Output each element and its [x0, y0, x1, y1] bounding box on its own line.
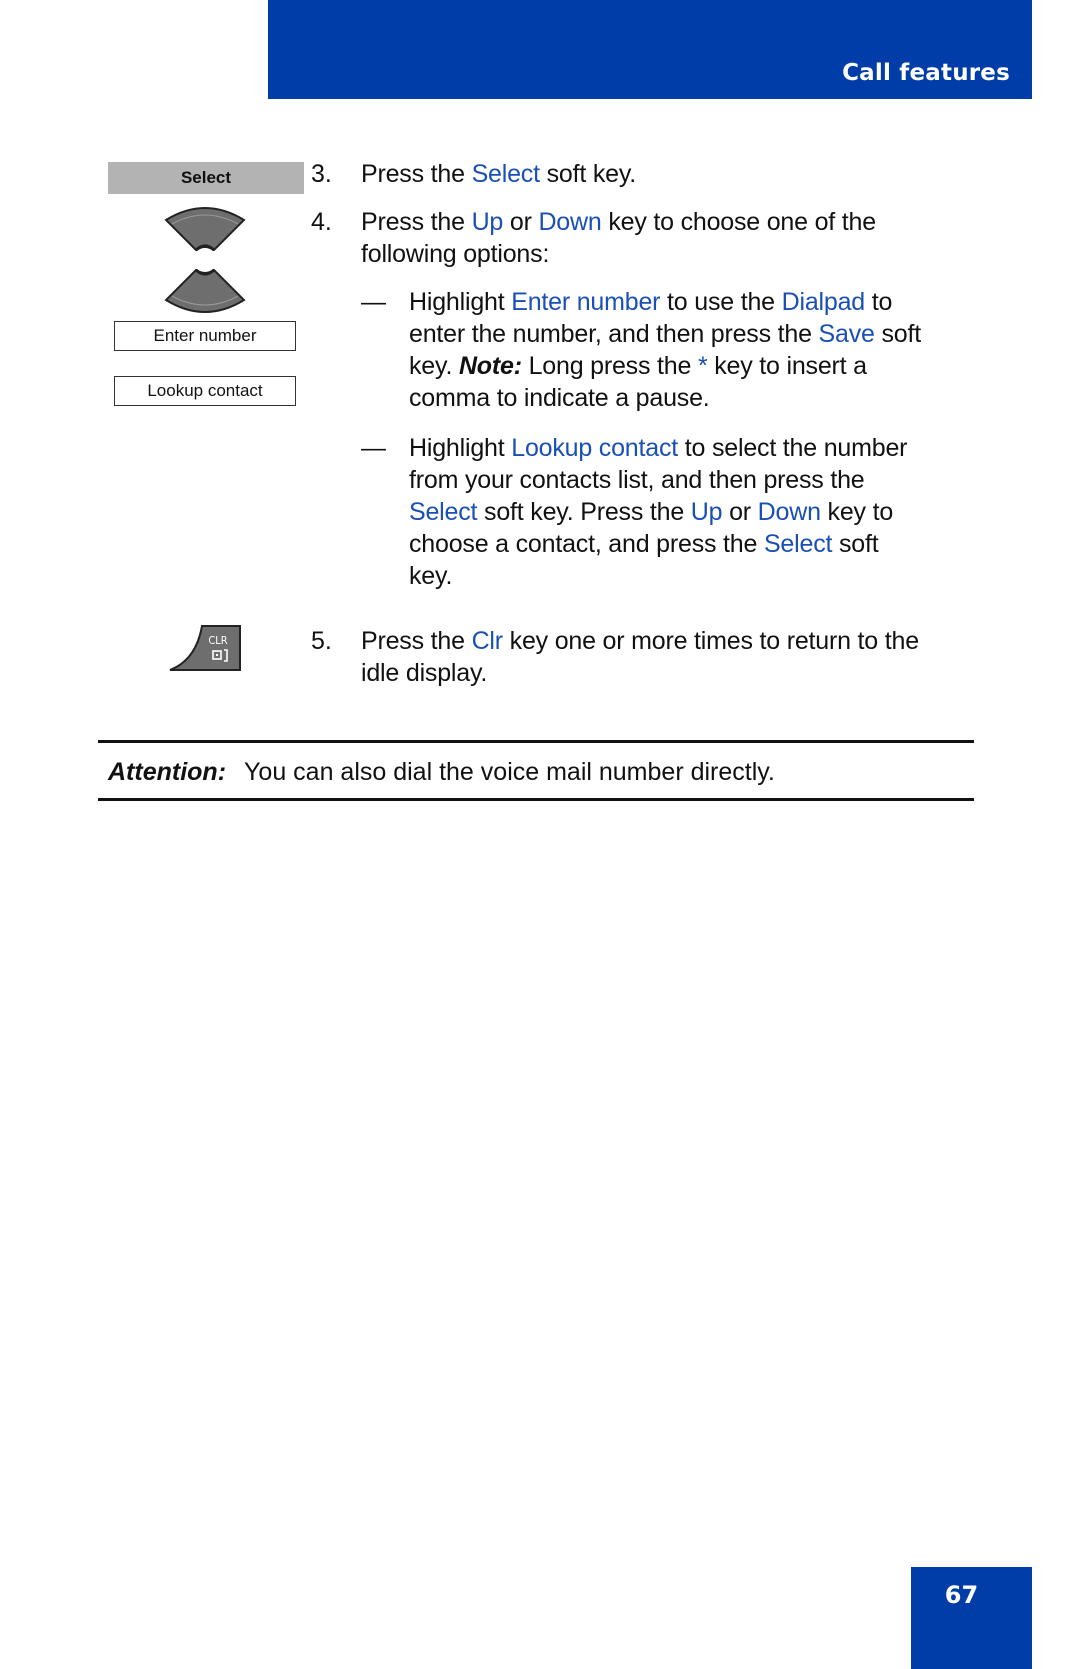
text-span: Press the: [361, 208, 472, 236]
text-span: Highlight: [409, 288, 512, 316]
ui-keyword: Select: [763, 530, 833, 558]
ui-keyword: Select: [409, 498, 478, 526]
text-span: following options:: [361, 240, 550, 268]
text-span: idle display.: [361, 659, 488, 687]
attention-note: Attention: You can also dial the voice ma…: [108, 756, 775, 788]
text-span: key to choose one of the: [601, 208, 876, 236]
text-span: or: [722, 498, 758, 526]
text-span: key to insert a: [707, 352, 867, 380]
step-text-line: from your contacts list, and then press …: [409, 464, 865, 496]
text-span: choose a contact, and press the: [409, 530, 764, 558]
ui-keyword: Lookup contact: [511, 434, 679, 462]
text-span: enter the number, and then press the: [409, 320, 819, 348]
attention-label: Attention:: [108, 758, 227, 786]
step-text-line: key. Note: Long press the * key to inser…: [409, 350, 867, 382]
attention-text: You can also dial the voice mail number …: [244, 758, 775, 786]
text-span: from your contacts list, and then press …: [409, 466, 865, 494]
step-text-line: Press the Up or Down key to choose one o…: [361, 206, 876, 238]
page-number: 67: [944, 1581, 979, 1609]
step-text-line: Press the Select soft key.: [361, 158, 636, 190]
text-span: to use the: [660, 288, 782, 316]
ui-keyword: Enter number: [511, 288, 661, 316]
step-text-line: Highlight Enter number to use the Dialpa…: [409, 286, 892, 318]
text-span: key to: [820, 498, 894, 526]
step-text-line: Highlight Lookup contact to select the n…: [409, 432, 907, 464]
select-softkey-graphic: Select: [108, 162, 304, 194]
enter-number-option-graphic: Enter number: [114, 321, 296, 351]
step-text-line: enter the number, and then press the Sav…: [409, 318, 921, 350]
text-span: key.: [409, 562, 453, 590]
text-span: Press the: [361, 627, 472, 655]
up-key-icon: [164, 207, 246, 252]
ui-keyword: Save: [818, 320, 875, 348]
text-span: soft: [874, 320, 921, 348]
lookup-contact-option-graphic: Lookup contact: [114, 376, 296, 406]
step-text-line: Select soft key. Press the Up or Down ke…: [409, 496, 893, 528]
step-number: 3.: [311, 160, 332, 188]
divider-bottom: [98, 798, 974, 801]
step-text-line: following options:: [361, 238, 549, 270]
ui-keyword: Down: [757, 498, 821, 526]
ui-keyword: Up: [690, 498, 723, 526]
section-header-bar: Call features: [268, 0, 1032, 99]
down-key-icon: [164, 268, 246, 313]
step-text-line: comma to indicate a pause.: [409, 382, 710, 414]
step-text-line: key.: [409, 560, 452, 592]
text-span: or: [503, 208, 539, 236]
text-span: key.: [409, 352, 459, 380]
text-span: to select the number: [678, 434, 908, 462]
text-span: to: [865, 288, 893, 316]
section-title: Call features: [842, 60, 1010, 86]
ui-keyword: Select: [471, 160, 540, 188]
step-text-line: Press the Clr key one or more times to r…: [361, 625, 919, 657]
text-span: soft: [832, 530, 879, 558]
step-number: 5.: [311, 627, 332, 655]
step-text-line: choose a contact, and press the Select s…: [409, 528, 879, 560]
text-span: key one or more times to return to the: [502, 627, 919, 655]
note-label: Note:: [458, 352, 522, 380]
ui-keyword: Dialpad: [781, 288, 866, 316]
ui-keyword: Clr: [471, 627, 504, 655]
ui-keyword: Up: [471, 208, 504, 236]
step-number: 4.: [311, 208, 332, 236]
sub-bullet-dash: —: [361, 288, 386, 316]
clr-key-icon: CLR: [169, 625, 241, 671]
text-span: Highlight: [409, 434, 512, 462]
text-span: comma to indicate a pause.: [409, 384, 710, 412]
text-span: Press the: [361, 160, 472, 188]
sub-bullet-dash: —: [361, 434, 386, 462]
step-text-line: idle display.: [361, 657, 487, 689]
text-span: soft key.: [539, 160, 637, 188]
divider-top: [98, 740, 974, 743]
clr-key-label: CLR: [208, 634, 227, 647]
up-down-navigation-key-icon: [164, 207, 246, 313]
text-span: Long press the: [521, 352, 698, 380]
text-span: soft key. Press the: [477, 498, 691, 526]
page-number-box: 67: [911, 1567, 1032, 1669]
ui-keyword: Down: [538, 208, 602, 236]
